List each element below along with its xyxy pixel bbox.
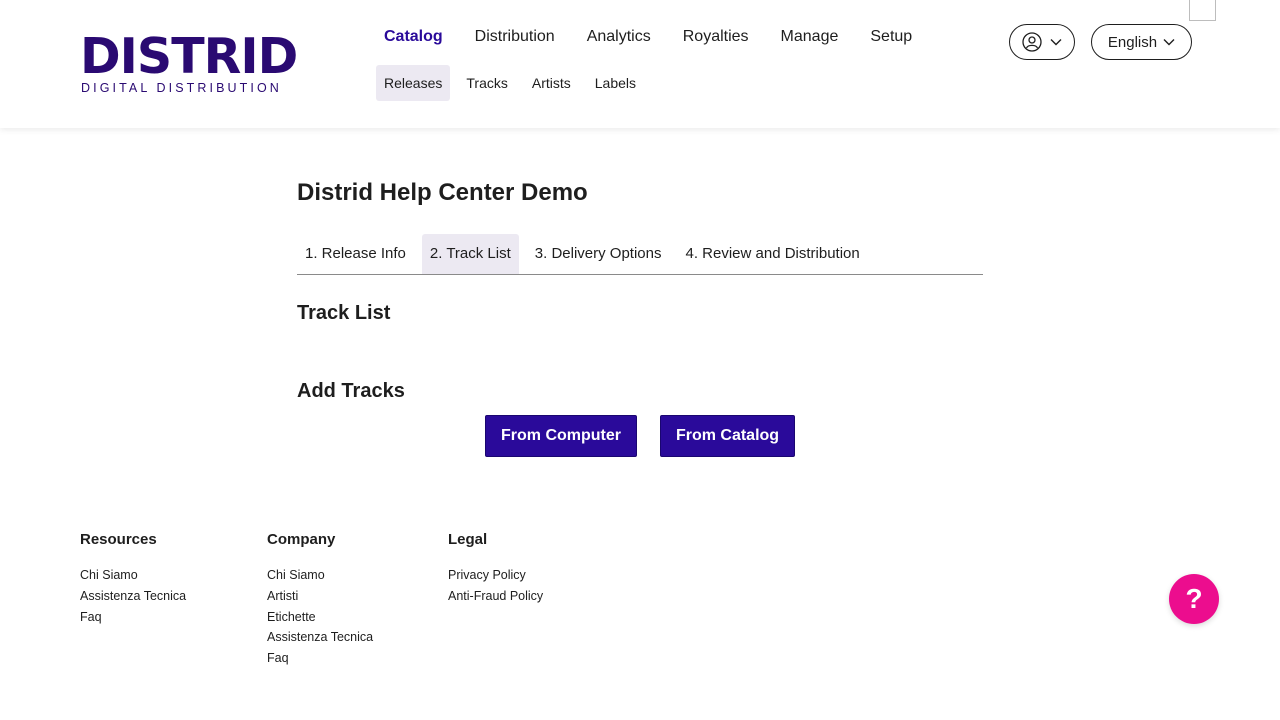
subnav-tracks[interactable]: Tracks [458,65,515,101]
footer-link[interactable]: Faq [267,648,373,669]
site-header: DISTRID DIGITAL DISTRIBUTION Catalog Dis… [0,0,1280,128]
footer-company-title: Company [267,531,336,548]
tab-release-info[interactable]: 1. Release Info [297,234,414,274]
footer-link[interactable]: Chi Siamo [267,565,373,586]
subnav-artists[interactable]: Artists [524,65,579,101]
user-circle-icon [1022,32,1042,52]
distrid-logo[interactable]: DISTRID DIGITAL DISTRIBUTION [80,28,320,96]
track-list-heading: Track List [297,302,391,324]
tab-delivery-options[interactable]: 3. Delivery Options [527,234,670,274]
help-button[interactable]: ? [1169,574,1219,624]
footer-legal-title: Legal [448,531,488,548]
footer-link[interactable]: Faq [80,607,186,628]
footer-resources: Resources Chi Siamo Assistenza Tecnica F… [80,531,186,627]
footer-company: Company Chi Siamo Artisti Etichette Assi… [267,531,373,669]
logo-wordmark: DISTRID [80,28,298,85]
subnav-releases[interactable]: Releases [376,65,451,101]
footer-legal: Legal Privacy Policy Anti-Fraud Policy [448,531,543,607]
nav-setup[interactable]: Setup [862,26,920,48]
footer-link[interactable]: Assistenza Tecnica [80,586,186,607]
corner-frame [1189,0,1216,21]
main-nav: Catalog Distribution Analytics Royalties… [376,26,936,48]
nav-catalog[interactable]: Catalog [376,26,451,48]
tab-review-distribution[interactable]: 4. Review and Distribution [677,234,867,274]
language-select[interactable]: English [1091,24,1192,60]
nav-distribution[interactable]: Distribution [467,26,563,48]
release-steps-tabs: 1. Release Info 2. Track List 3. Deliver… [297,234,983,275]
add-tracks-heading: Add Tracks [297,380,405,402]
chevron-down-icon [1050,39,1062,46]
from-catalog-button[interactable]: From Catalog [660,415,795,457]
question-mark-icon: ? [1185,583,1203,614]
chevron-down-icon [1163,39,1175,46]
footer-resources-title: Resources [80,531,157,548]
footer-link[interactable]: Etichette [267,607,373,628]
nav-royalties[interactable]: Royalties [675,26,757,48]
footer-link[interactable]: Chi Siamo [80,565,186,586]
sub-nav: Releases Tracks Artists Labels [376,65,652,101]
footer-link[interactable]: Artisti [267,586,373,607]
footer-link[interactable]: Anti-Fraud Policy [448,586,543,607]
tab-track-list[interactable]: 2. Track List [421,234,519,274]
footer-link[interactable]: Assistenza Tecnica [267,627,373,648]
footer-link[interactable]: Privacy Policy [448,565,543,586]
logo-tagline: DIGITAL DISTRIBUTION [81,81,282,95]
from-computer-button[interactable]: From Computer [485,415,637,457]
page-title: Distrid Help Center Demo [297,179,588,206]
user-menu-button[interactable] [1009,24,1075,60]
nav-analytics[interactable]: Analytics [579,26,659,48]
nav-manage[interactable]: Manage [773,26,847,48]
language-label: English [1107,33,1158,51]
subnav-labels[interactable]: Labels [587,65,644,101]
